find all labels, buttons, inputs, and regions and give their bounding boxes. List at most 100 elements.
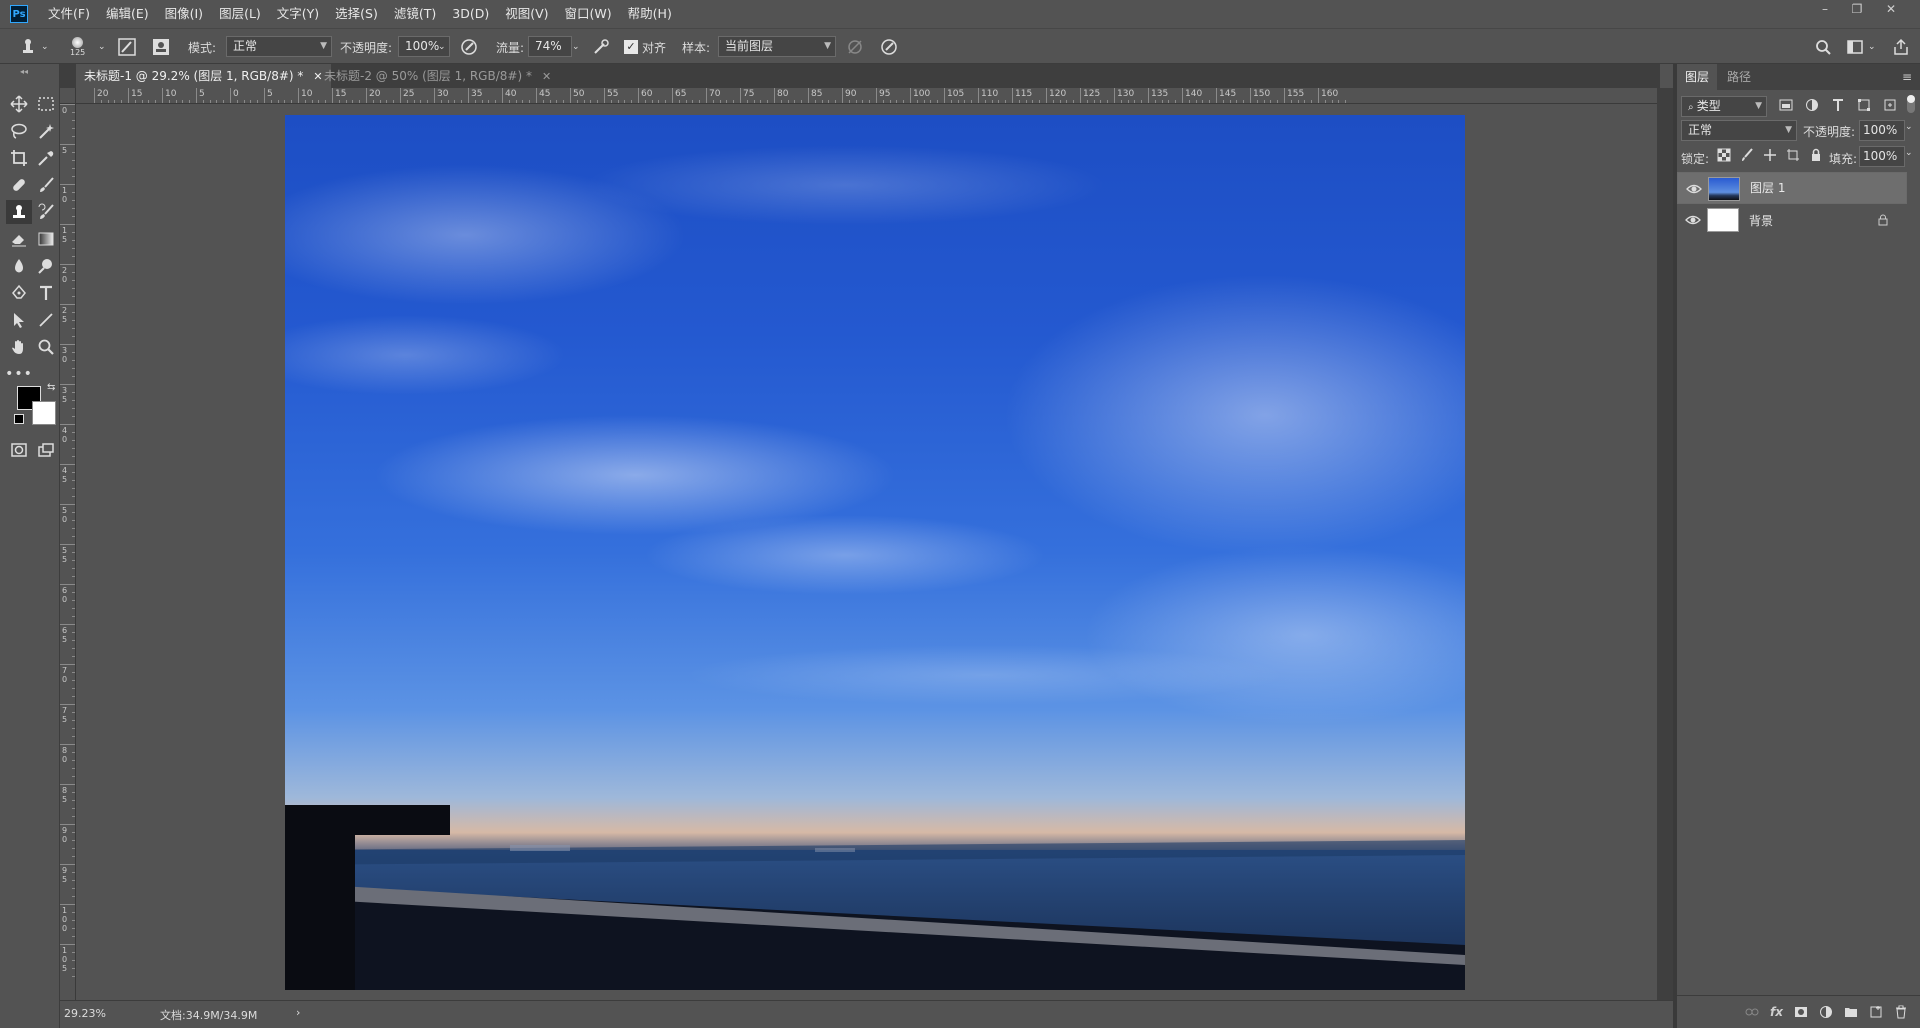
opacity-dropdown-icon[interactable]: ⌄: [438, 29, 446, 65]
pen-tool[interactable]: [6, 281, 32, 305]
menu-image[interactable]: 图像(I): [157, 0, 211, 28]
canvas-area[interactable]: [77, 105, 1657, 1000]
sample-select[interactable]: 当前图层 ▼: [718, 36, 836, 57]
pixel-filter-icon[interactable]: [1779, 98, 1793, 112]
add-mask-icon[interactable]: [1794, 1005, 1808, 1019]
chevron-down-icon[interactable]: ⌄: [1905, 122, 1913, 132]
align-checkbox[interactable]: ✓ 对齐: [624, 29, 666, 65]
eye-icon[interactable]: [1685, 212, 1701, 228]
menu-file[interactable]: 文件(F): [40, 0, 98, 28]
eyedropper-tool[interactable]: [33, 146, 59, 170]
dodge-tool[interactable]: [33, 254, 59, 278]
layer-name[interactable]: 背景: [1749, 212, 1773, 229]
magic-wand-tool[interactable]: [33, 119, 59, 143]
default-colors-icon[interactable]: [14, 414, 24, 424]
zoom-level[interactable]: 29.23%: [64, 1007, 106, 1020]
type-filter-icon[interactable]: [1831, 98, 1845, 112]
trash-icon[interactable]: [1894, 1005, 1908, 1019]
eraser-tool[interactable]: [6, 227, 32, 251]
menu-type[interactable]: 文字(Y): [269, 0, 327, 28]
blur-tool[interactable]: [6, 254, 32, 278]
ignore-adjustment-button[interactable]: [846, 29, 864, 65]
vertical-ruler[interactable]: 0 5 1 0 1 5 2 0 2 5 3 0 3 5 4 0 4 5 5 0 5 5 6 0 6 5 7 …: [60, 104, 76, 1000]
shape-filter-icon[interactable]: [1857, 98, 1871, 112]
clone-stamp-tool[interactable]: [6, 200, 32, 224]
hand-tool[interactable]: [6, 335, 32, 359]
zoom-tool[interactable]: [33, 335, 59, 359]
move-tool[interactable]: [6, 92, 32, 116]
minimize-button[interactable]: –: [1810, 0, 1840, 18]
toggle-brush-panel-button[interactable]: [118, 29, 136, 65]
filter-toggle[interactable]: [1907, 95, 1915, 113]
mode-select[interactable]: 正常 ▼: [226, 36, 332, 57]
new-layer-icon[interactable]: [1869, 1005, 1883, 1019]
menu-layer[interactable]: 图层(L): [211, 0, 269, 28]
brush-tool[interactable]: [33, 173, 59, 197]
lock-image-icon[interactable]: [1740, 148, 1754, 162]
chevron-down-icon[interactable]: ⌄: [98, 29, 106, 65]
fx-icon[interactable]: fx: [1770, 1005, 1783, 1019]
layer-name[interactable]: 图层 1: [1750, 179, 1785, 198]
toolbar-collapse-icon[interactable]: ◂◂: [20, 67, 28, 76]
menu-3d[interactable]: 3D(D): [444, 0, 497, 28]
vertical-scrollbar[interactable]: [1657, 88, 1673, 1000]
airbrush-button[interactable]: [592, 29, 610, 65]
canvas-image[interactable]: [285, 115, 1465, 990]
horizontal-ruler[interactable]: 20 15 10 5 0 5 10 15 20 25 30 35 40 45 50 55 60 65 70 75 80 8…: [76, 88, 1660, 104]
smart-object-filter-icon[interactable]: [1883, 98, 1897, 112]
healing-brush-tool[interactable]: [6, 173, 32, 197]
tab-document-1[interactable]: 未标题-1 @ 29.2% (图层 1, RGB/8#) * ✕: [76, 64, 331, 88]
lock-artboard-icon[interactable]: [1786, 148, 1800, 162]
restore-button[interactable]: ❐: [1842, 0, 1872, 18]
lock-transparent-icon[interactable]: [1717, 148, 1731, 162]
close-icon[interactable]: ✕: [542, 70, 551, 83]
toggle-clone-source-button[interactable]: [152, 29, 170, 65]
chevron-down-icon[interactable]: ⌄: [1905, 148, 1913, 158]
fill-input[interactable]: 100%: [1859, 146, 1905, 167]
lock-all-icon[interactable]: [1809, 148, 1823, 162]
edit-toolbar-button[interactable]: •••: [5, 362, 32, 386]
swap-colors-icon[interactable]: ⇆: [47, 382, 55, 393]
quick-mask-button[interactable]: [6, 438, 32, 462]
lasso-tool[interactable]: [6, 119, 32, 143]
brush-preset-picker[interactable]: 125: [70, 29, 85, 65]
flow-input[interactable]: 74%: [528, 36, 572, 57]
link-layers-icon[interactable]: [1745, 1005, 1759, 1019]
layer-filter-select[interactable]: ⌕ 类型 ▼: [1681, 96, 1767, 117]
tab-layers[interactable]: 图层: [1677, 64, 1718, 90]
menu-help[interactable]: 帮助(H): [620, 0, 680, 28]
new-group-icon[interactable]: [1844, 1005, 1858, 1019]
crop-tool[interactable]: [6, 146, 32, 170]
layer-row-background[interactable]: 背景: [1677, 204, 1907, 236]
history-brush-tool[interactable]: [33, 200, 59, 224]
background-color-swatch[interactable]: [32, 401, 56, 425]
menu-select[interactable]: 选择(S): [327, 0, 386, 28]
pressure-opacity-button[interactable]: [460, 29, 478, 65]
flow-dropdown-icon[interactable]: ⌄: [572, 29, 580, 65]
pressure-size-button[interactable]: [880, 29, 898, 65]
screen-mode-button[interactable]: [33, 438, 59, 462]
gradient-tool[interactable]: [33, 227, 59, 251]
menu-edit[interactable]: 编辑(E): [98, 0, 157, 28]
ruler-origin[interactable]: [60, 88, 76, 104]
tab-paths[interactable]: 路径: [1719, 64, 1759, 90]
panel-menu-icon[interactable]: ≡: [1902, 70, 1912, 84]
lock-position-icon[interactable]: [1763, 148, 1777, 162]
tab-document-2[interactable]: 未标题-2 @ 50% (图层 1, RGB/8#) * ✕: [316, 64, 559, 88]
share-button[interactable]: [1892, 29, 1910, 65]
status-menu-arrow-icon[interactable]: ›: [296, 1006, 300, 1019]
layer-opacity-input[interactable]: 100%: [1859, 120, 1905, 141]
menu-window[interactable]: 窗口(W): [557, 0, 620, 28]
marquee-tool[interactable]: [33, 92, 59, 116]
path-selection-tool[interactable]: [6, 308, 32, 332]
workspace-switcher[interactable]: ⌄: [1846, 29, 1876, 65]
search-button[interactable]: [1814, 29, 1832, 65]
tool-preset-picker[interactable]: ⌄: [18, 29, 49, 65]
adjustment-filter-icon[interactable]: [1805, 98, 1819, 112]
blend-mode-select[interactable]: 正常 ▼: [1681, 120, 1797, 141]
close-button[interactable]: ✕: [1876, 0, 1906, 18]
adjustment-layer-icon[interactable]: [1819, 1005, 1833, 1019]
menu-view[interactable]: 视图(V): [497, 0, 556, 28]
layer-row-layer1[interactable]: 图层 1: [1677, 172, 1907, 204]
type-tool[interactable]: [33, 281, 59, 305]
